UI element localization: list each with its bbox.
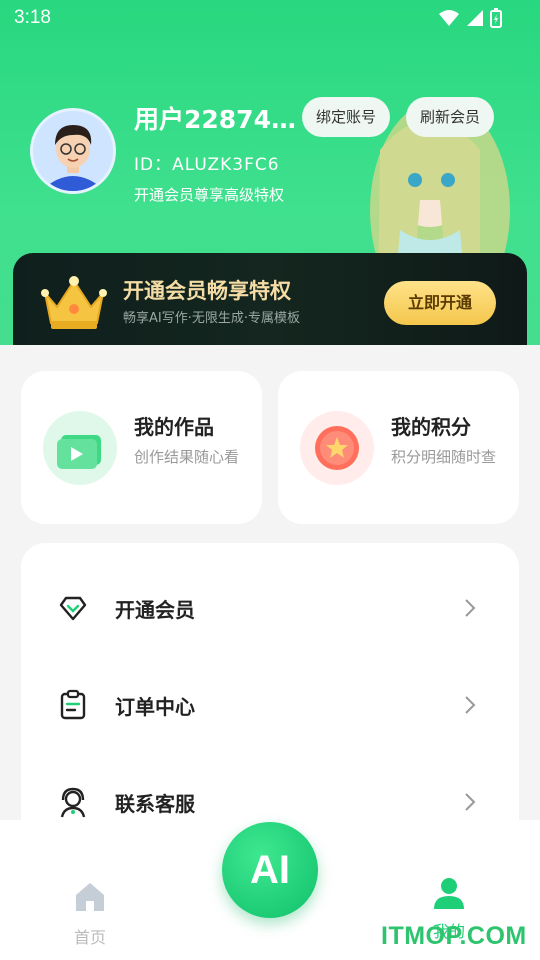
works-icon-wrap	[43, 411, 117, 485]
my-points-desc: 积分明细随时查	[391, 448, 497, 466]
menu-item-label: 联系客服	[115, 792, 195, 816]
status-time: 3:18	[14, 7, 51, 28]
vip-banner[interactable]: 开通会员畅享特权 畅享AI写作·无限生成·专属模板 立即开通	[13, 253, 527, 345]
vip-banner-subtitle: 畅享AI写作·无限生成·专属模板	[123, 311, 300, 326]
tab-home[interactable]: 首页	[60, 880, 120, 950]
refresh-vip-button[interactable]: 刷新会员	[406, 97, 495, 137]
crown-icon	[41, 276, 107, 329]
avatar-illustration	[33, 111, 113, 191]
menu-item-label: 开通会员	[115, 598, 195, 622]
battery-icon	[490, 8, 502, 28]
menu-item-vip[interactable]: 开通会员	[21, 578, 519, 638]
vip-banner-title: 开通会员畅享特权	[123, 279, 291, 303]
status-bar: 3:18	[0, 0, 540, 36]
my-works-desc: 创作结果随心看	[134, 448, 240, 466]
bind-account-button[interactable]: 绑定账号	[302, 97, 391, 137]
home-icon	[76, 883, 104, 911]
menu-item-orders[interactable]: 订单中心	[21, 675, 519, 735]
username: 用户228742...	[134, 105, 304, 134]
wifi-icon	[439, 10, 459, 26]
chevron-right-icon	[465, 696, 476, 714]
my-works-card[interactable]: 我的作品 创作结果随心看	[21, 371, 262, 524]
my-works-title: 我的作品	[134, 415, 214, 439]
user-id: ID：ALUZK3FC6	[134, 155, 280, 175]
status-icons	[438, 8, 502, 28]
avatar[interactable]	[30, 108, 116, 194]
site-watermark: ITMOP.COM	[381, 922, 527, 950]
my-points-card[interactable]: 我的积分 积分明细随时查	[278, 371, 519, 524]
star-coin-icon	[315, 426, 359, 470]
headset-icon	[60, 787, 86, 818]
my-points-title: 我的积分	[391, 415, 471, 439]
chevron-right-icon	[465, 599, 476, 617]
clipboard-icon	[60, 689, 86, 720]
tab-home-label: 首页	[73, 928, 106, 947]
diamond-icon	[59, 596, 87, 621]
video-folder-icon	[57, 435, 101, 469]
settings-menu: 开通会员 订单中心 联系客服	[21, 543, 519, 843]
vip-hint: 开通会员尊享高级特权	[134, 186, 285, 204]
user-icon	[434, 878, 464, 909]
open-vip-button[interactable]: 立即开通	[384, 281, 496, 325]
profile-header: 3:18 用户228742... ID：ALUZK3FC6 开通会员尊享高级特权…	[0, 0, 540, 345]
menu-item-label: 订单中心	[115, 695, 195, 719]
tab-ai-create[interactable]: AI	[222, 822, 318, 918]
points-icon-wrap	[300, 411, 374, 485]
signal-icon	[467, 10, 483, 26]
chevron-right-icon	[465, 793, 476, 811]
